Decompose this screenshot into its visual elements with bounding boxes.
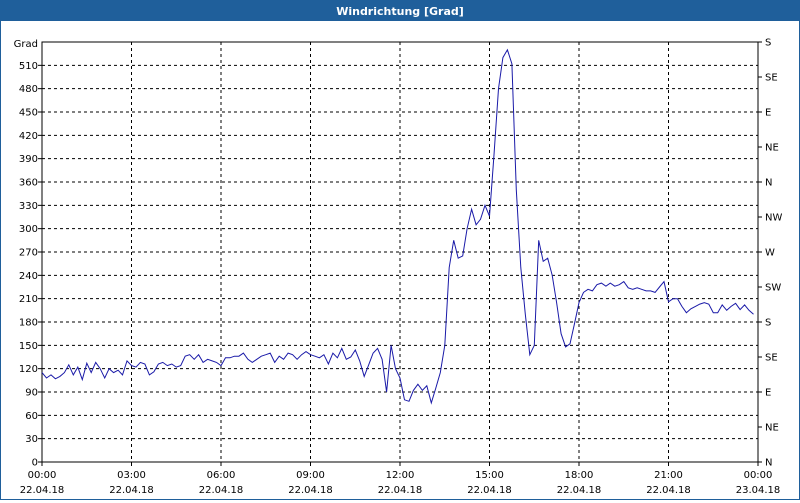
y-tick-label: 90 bbox=[25, 388, 38, 399]
y-tick-label: 480 bbox=[19, 84, 38, 95]
y-tick-label: 180 bbox=[19, 318, 38, 329]
x-tick-label-time: 15:00 bbox=[475, 470, 504, 481]
plot-area: 0 30 60 90 120 150 180 210 240 270 300 330 360 390 420… bbox=[1, 22, 799, 499]
y-tick-label: 330 bbox=[19, 201, 38, 212]
x-tick-label-date: 22.04.18 bbox=[646, 485, 691, 496]
x-tick-label-date: 22.04.18 bbox=[467, 485, 512, 496]
x-tick-label-time: 00:00 bbox=[28, 470, 57, 481]
y-tick-label: 270 bbox=[19, 248, 38, 259]
window-title: Windrichtung [Grad] bbox=[1, 1, 799, 21]
x-tick-label-date: 22.04.18 bbox=[288, 485, 333, 496]
y2-tick-label: N bbox=[765, 458, 772, 469]
x-tick-label-date: 22.04.18 bbox=[378, 485, 423, 496]
y-tick-label: 360 bbox=[19, 178, 38, 189]
y-tick-label: 390 bbox=[19, 154, 38, 165]
y-tick-label: 240 bbox=[19, 271, 38, 282]
y2-tick-label: SE bbox=[765, 73, 778, 84]
y2-tick-label: SW bbox=[765, 283, 781, 294]
y2-tick-label: N bbox=[765, 178, 772, 189]
y2-tick-label: NW bbox=[765, 213, 782, 224]
y-tick-label: 210 bbox=[19, 294, 38, 305]
chart-window: Windrichtung [Grad] 0 30 60 90 120 150 180 210 2… bbox=[0, 0, 800, 500]
x-tick-label-date: 22.04.18 bbox=[199, 485, 244, 496]
y2-tick-label: S bbox=[765, 38, 771, 49]
y2-tick-label: NE bbox=[765, 143, 779, 154]
x-tick-label-date: 23.04.18 bbox=[736, 485, 781, 496]
x-tick-label-date: 22.04.18 bbox=[109, 485, 154, 496]
x-tick-label-time: 21:00 bbox=[654, 470, 683, 481]
y-tick-label: 0 bbox=[32, 458, 38, 469]
x-tick-label-date: 22.04.18 bbox=[557, 485, 602, 496]
x-tick-label-time: 18:00 bbox=[565, 470, 594, 481]
x-tick-label-date: 22.04.18 bbox=[20, 485, 65, 496]
y2-tick-label: S bbox=[765, 318, 771, 329]
x-tick-label-time: 00:00 bbox=[744, 470, 773, 481]
x-tick-label-time: 03:00 bbox=[117, 470, 146, 481]
x-tick-label-time: 12:00 bbox=[386, 470, 415, 481]
y-tick-label: 420 bbox=[19, 131, 38, 142]
wind-direction-chart: 0 30 60 90 120 150 180 210 240 270 300 330 360 390 420… bbox=[14, 38, 783, 497]
x-tick-label-time: 09:00 bbox=[296, 470, 325, 481]
y2-tick-label: SE bbox=[765, 353, 778, 364]
y-tick-label: 30 bbox=[25, 434, 38, 445]
x-tick-label-time: 06:00 bbox=[207, 470, 236, 481]
y2-tick-label: E bbox=[765, 108, 771, 119]
y-axis-title: Grad bbox=[14, 39, 38, 50]
series-line-wind-direction bbox=[41, 48, 754, 405]
y2-tick-label: E bbox=[765, 388, 771, 399]
y2-tick-label: W bbox=[765, 248, 775, 259]
y-tick-label: 450 bbox=[19, 108, 38, 119]
y2-tick-label: NE bbox=[765, 423, 779, 434]
y-tick-label: 300 bbox=[19, 224, 38, 235]
y-tick-label: 60 bbox=[25, 411, 38, 422]
y-tick-label: 150 bbox=[19, 341, 38, 352]
y-tick-label: 510 bbox=[19, 61, 38, 72]
y-tick-label: 120 bbox=[19, 364, 38, 375]
